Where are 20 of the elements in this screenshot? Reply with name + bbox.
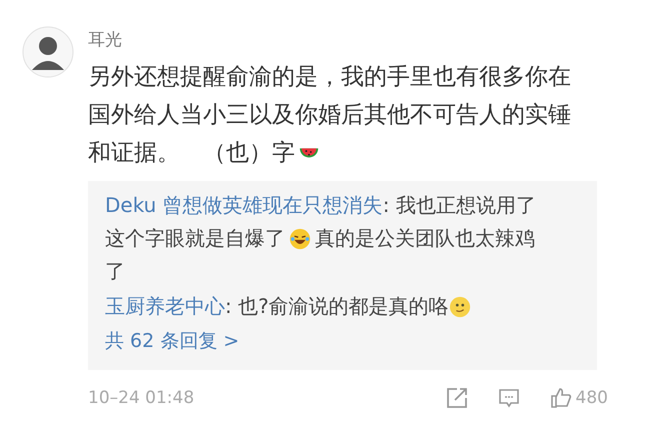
smiling-face-icon	[448, 296, 471, 318]
comment-time: 10–24 01:48	[88, 388, 196, 408]
reply-text: 了	[105, 258, 125, 285]
thumbs-up-icon[interactable]	[550, 387, 572, 409]
laughing-face-icon	[289, 228, 311, 250]
comment-icon[interactable]	[498, 387, 520, 409]
comment-author[interactable]: 耳光	[88, 28, 122, 51]
reply-text: 这个字眼就是自爆了	[105, 225, 285, 252]
reply-author[interactable]: 玉厨养老中心	[105, 293, 225, 320]
share-icon[interactable]	[446, 387, 468, 409]
reply-text: : 我也正想说用了	[382, 192, 536, 219]
reply-author[interactable]: Deku 曾想做英雄现在只想消失	[105, 192, 383, 219]
avatar[interactable]	[22, 26, 74, 78]
comment-text: 另外还想提醒俞渝的是，我的手里也有很多你在	[88, 62, 571, 92]
comment-text: 国外给人当小三以及你婚后其他不可告人的实锤	[88, 100, 571, 130]
reply-text: : 也?俞渝说的都是真的咯	[225, 293, 449, 320]
like-count: 480	[576, 388, 608, 408]
comment-text: 和证据。 （也）字	[88, 138, 295, 168]
more-replies-link[interactable]: 共 62 条回复 >	[105, 325, 240, 358]
reply-text: 真的是公关团队也太辣鸡	[315, 225, 535, 252]
